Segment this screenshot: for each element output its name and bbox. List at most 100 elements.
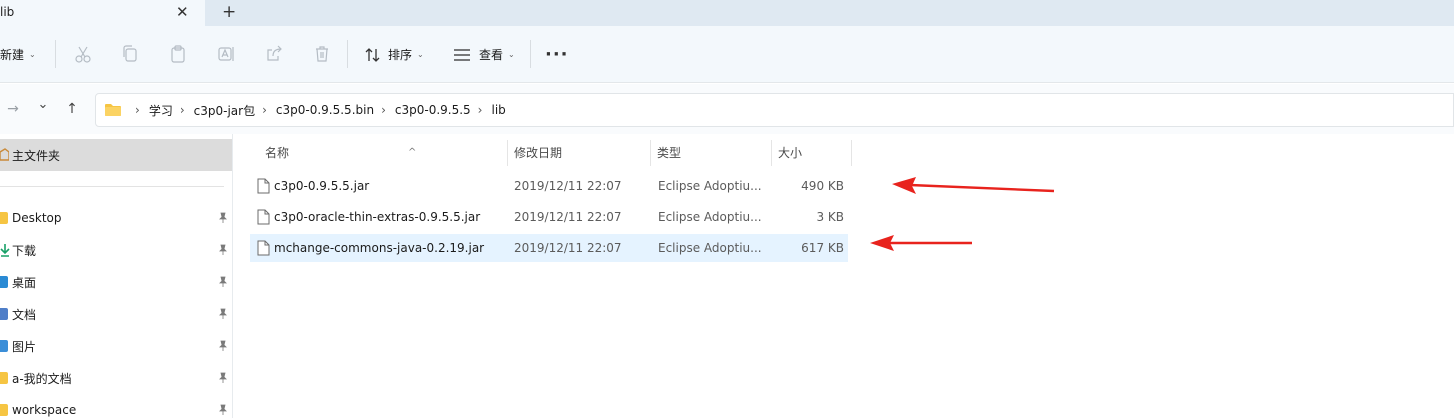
annotation-arrow-icon: [892, 177, 1055, 194]
copy-icon[interactable]: [120, 44, 140, 64]
breadcrumb-item[interactable]: c3p0-0.9.5.5: [395, 103, 471, 117]
up-arrow-icon[interactable]: ↑: [63, 100, 81, 118]
recent-locations-icon[interactable]: ⌄: [34, 96, 52, 114]
sidebar-item-label: a-我的文档: [12, 371, 72, 386]
chevron-down-icon: ⌄: [417, 50, 424, 59]
column-header-type[interactable]: 类型: [657, 140, 681, 166]
file-name: c3p0-oracle-thin-extras-0.9.5.5.jar: [274, 210, 481, 224]
breadcrumb-item[interactable]: lib: [491, 103, 505, 117]
column-divider[interactable]: [507, 140, 508, 166]
file-icon: [257, 209, 270, 225]
annotation-arrow-icon: [870, 235, 972, 251]
file-date: 2019/12/11 22:07: [514, 179, 622, 193]
tab-bar: lib ✕ +: [0, 0, 1454, 26]
address-row: → ⌄ ↑ › 学习 › c3p0-jar包 › c3p0-0.9.5.5.bi…: [0, 84, 1454, 134]
documents-icon: [0, 308, 8, 320]
file-list: ^ 名称 修改日期 类型 大小 c3p0-0.9.5.5.jar 2019/12…: [234, 134, 1454, 418]
file-name: c3p0-0.9.5.5.jar: [274, 179, 370, 193]
command-bar: 新建 ⌄ 排序 ⌄ 查看 ⌄ ···: [0, 26, 1454, 83]
pin-icon[interactable]: [216, 403, 230, 417]
new-button[interactable]: 新建 ⌄: [0, 26, 36, 83]
breadcrumb-item[interactable]: c3p0-jar包: [194, 102, 255, 119]
sidebar-item-desktop[interactable]: Desktop: [0, 202, 232, 234]
breadcrumb-item[interactable]: 学习: [149, 102, 173, 119]
sidebar-item-label: 主文件夹: [12, 148, 61, 163]
chevron-right-icon[interactable]: ›: [262, 103, 267, 117]
file-row[interactable]: c3p0-oracle-thin-extras-0.9.5.5.jar 2019…: [250, 203, 848, 231]
view-icon: [454, 48, 470, 61]
pin-icon[interactable]: [216, 275, 230, 289]
file-type: Eclipse Adoptiu...: [658, 179, 762, 193]
download-icon: [0, 244, 10, 257]
file-row[interactable]: mchange-commons-java-0.2.19.jar 2019/12/…: [250, 234, 848, 262]
close-tab-icon[interactable]: ✕: [176, 2, 189, 22]
pin-icon[interactable]: [216, 339, 230, 353]
toolbar-divider: [55, 40, 56, 68]
sidebar-divider: [0, 186, 224, 187]
cut-icon[interactable]: [73, 44, 93, 64]
sidebar-item-label: workspace: [12, 403, 77, 417]
file-size: 617 KB: [801, 241, 844, 255]
file-type: Eclipse Adoptiu...: [658, 210, 762, 224]
sidebar-item-downloads[interactable]: 下载: [0, 234, 232, 266]
toolbar-divider: [347, 40, 348, 68]
pin-icon[interactable]: [216, 243, 230, 257]
sidebar-item-label: Desktop: [12, 211, 62, 225]
sidebar-item-documents[interactable]: 文档: [0, 298, 232, 330]
chevron-right-icon: ›: [135, 103, 140, 117]
forward-arrow-icon[interactable]: →: [4, 100, 22, 118]
folder-icon: [0, 372, 8, 384]
sort-ascending-icon: ^: [408, 147, 417, 158]
file-row[interactable]: c3p0-0.9.5.5.jar 2019/12/11 22:07 Eclips…: [250, 172, 848, 200]
breadcrumb-item[interactable]: c3p0-0.9.5.5.bin: [276, 103, 374, 117]
folder-icon: [0, 212, 8, 224]
pin-icon[interactable]: [216, 307, 230, 321]
sidebar-item-my-documents[interactable]: a-我的文档: [0, 362, 232, 394]
file-size: 490 KB: [801, 179, 844, 193]
folder-icon: [0, 404, 8, 416]
chevron-down-icon: ⌄: [508, 50, 515, 59]
chevron-right-icon[interactable]: ›: [381, 103, 386, 117]
column-divider[interactable]: [650, 140, 651, 166]
chevron-right-icon[interactable]: ›: [180, 103, 185, 117]
sidebar-item-workspace[interactable]: workspace: [0, 394, 232, 418]
more-options-icon[interactable]: ···: [545, 26, 569, 83]
sidebar-item-home[interactable]: 主文件夹: [0, 139, 232, 171]
column-divider[interactable]: [851, 140, 852, 166]
column-header-name[interactable]: ^ 名称: [265, 140, 507, 166]
sort-icon: [365, 47, 380, 62]
file-name: mchange-commons-java-0.2.19.jar: [274, 241, 485, 255]
paste-icon[interactable]: [168, 44, 188, 64]
address-bar[interactable]: › 学习 › c3p0-jar包 › c3p0-0.9.5.5.bin › c3…: [95, 93, 1454, 127]
sidebar-item-desktop-cn[interactable]: 桌面: [0, 266, 232, 298]
delete-icon[interactable]: [312, 44, 332, 64]
new-button-label: 新建: [0, 48, 25, 62]
pin-icon[interactable]: [216, 211, 230, 225]
pictures-icon: [0, 340, 8, 352]
navigation-pane: 主文件夹 Desktop 下载 桌面 文档 图片 a-我的文档 workspac…: [0, 134, 233, 418]
share-icon[interactable]: [264, 44, 284, 64]
file-date: 2019/12/11 22:07: [514, 210, 622, 224]
file-size: 3 KB: [816, 210, 844, 224]
sidebar-item-label: 桌面: [12, 275, 37, 290]
new-tab-icon[interactable]: +: [222, 1, 236, 23]
rename-icon[interactable]: [216, 44, 236, 64]
column-divider[interactable]: [771, 140, 772, 166]
sidebar-item-label: 下载: [12, 243, 37, 258]
tab-lib[interactable]: lib ✕: [0, 0, 205, 26]
toolbar-divider: [530, 40, 531, 68]
desktop-icon: [0, 276, 8, 288]
pin-icon[interactable]: [216, 371, 230, 385]
column-header-date[interactable]: 修改日期: [514, 140, 562, 166]
file-date: 2019/12/11 22:07: [514, 241, 622, 255]
folder-icon: [105, 104, 121, 116]
sidebar-item-pictures[interactable]: 图片: [0, 330, 232, 362]
home-icon: [0, 148, 9, 161]
chevron-right-icon[interactable]: ›: [478, 103, 483, 117]
view-button[interactable]: 查看 ⌄: [453, 26, 515, 83]
sort-button[interactable]: 排序 ⌄: [364, 26, 424, 83]
column-header-size[interactable]: 大小: [778, 140, 802, 166]
column-header-label: 名称: [265, 146, 290, 160]
sort-button-label: 排序: [388, 48, 413, 62]
tab-title: lib: [0, 5, 15, 19]
